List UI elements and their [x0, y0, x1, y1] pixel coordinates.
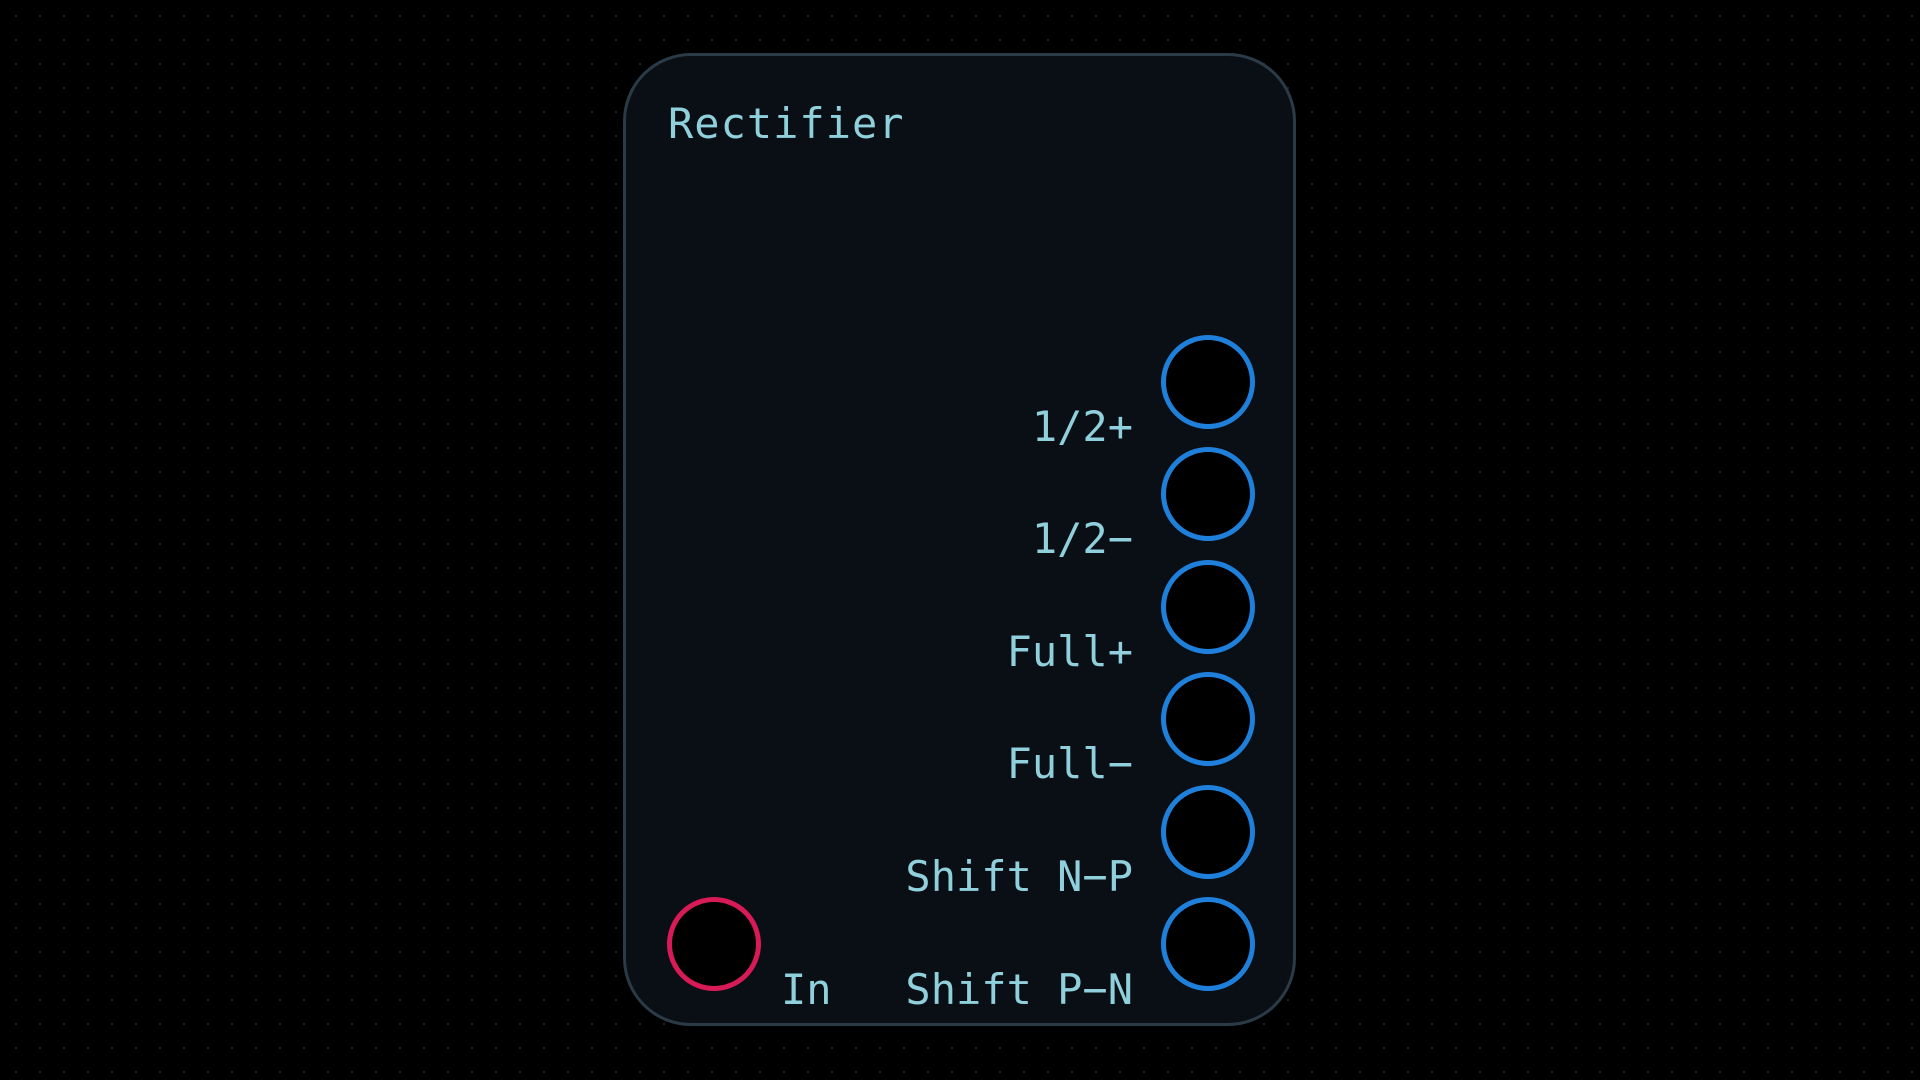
output-port-half-negative[interactable]	[1161, 447, 1255, 541]
input-label-in: In	[781, 965, 832, 1014]
output-port-shift-p-n[interactable]	[1161, 897, 1255, 991]
rectifier-module[interactable]: Rectifier 1/2+ 1/2− Full+ Full− Shift N−…	[623, 53, 1296, 1026]
output-label-shift-p-n: Shift P−N	[905, 965, 1133, 1014]
patch-canvas: Rectifier 1/2+ 1/2− Full+ Full− Shift N−…	[0, 0, 1920, 1080]
output-port-full-negative[interactable]	[1161, 672, 1255, 766]
input-port-in[interactable]	[667, 897, 761, 991]
output-label-full-negative: Full−	[1006, 739, 1133, 788]
output-label-shift-n-p: Shift N−P	[905, 852, 1133, 901]
output-label-half-positive: 1/2+	[1031, 402, 1133, 451]
module-title: Rectifier	[668, 99, 905, 148]
output-label-full-positive: Full+	[1006, 627, 1133, 676]
output-port-shift-n-p[interactable]	[1161, 785, 1255, 879]
output-label-half-negative: 1/2−	[1031, 514, 1133, 563]
output-port-full-positive[interactable]	[1161, 560, 1255, 654]
output-port-half-positive[interactable]	[1161, 335, 1255, 429]
